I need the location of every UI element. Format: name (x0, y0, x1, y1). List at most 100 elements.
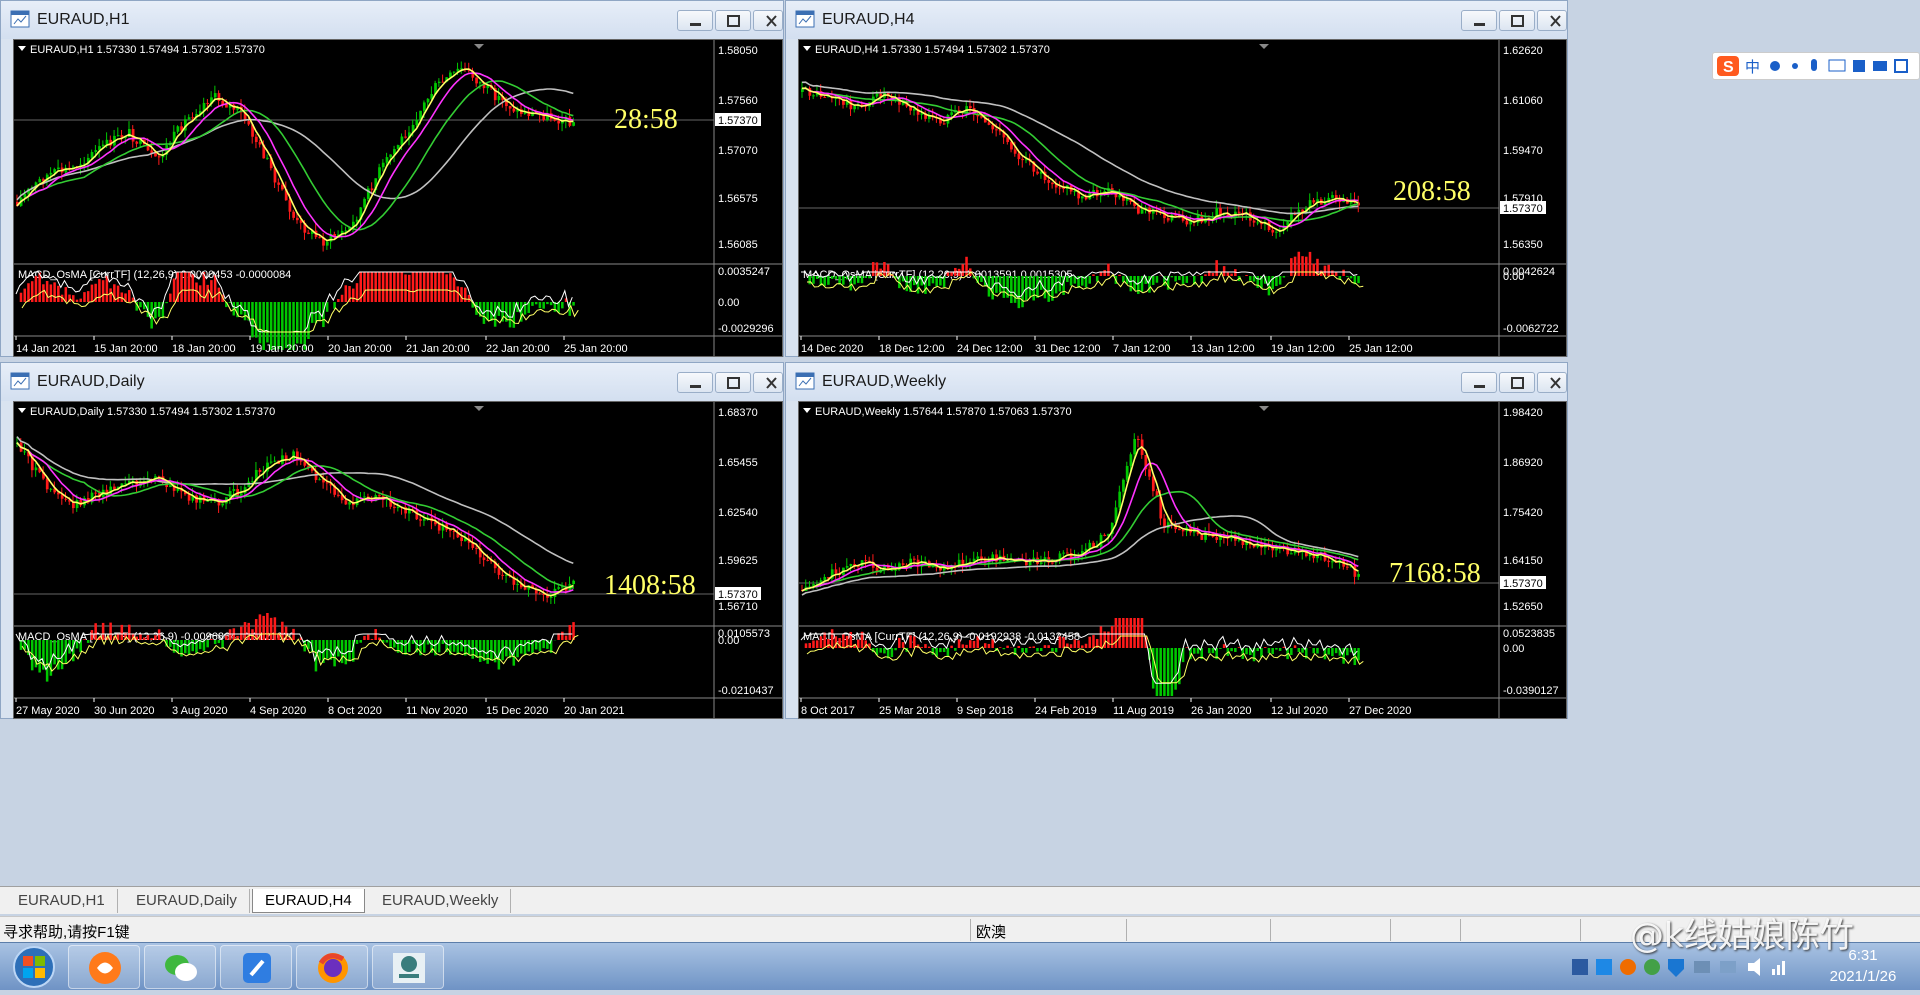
chart-window-h4[interactable]: EURAUD,H4 EURAUD,H4 1.57330 1.57494 1.57… (785, 0, 1568, 357)
window-titlebar[interactable]: EURAUD,Weekly (786, 363, 1567, 401)
candle-body (76, 500, 79, 508)
window-titlebar[interactable]: EURAUD,H1 (1, 1, 783, 39)
date-axis-label: 20 Jan 20:00 (328, 343, 392, 355)
macd-histogram-bar (445, 274, 448, 302)
firefox-icon[interactable] (296, 945, 368, 989)
maximize-button[interactable] (1499, 10, 1535, 31)
minimize-button[interactable] (1461, 372, 1497, 393)
macd-histogram-bar (262, 616, 265, 640)
chart-window-daily[interactable]: EURAUD,Daily EURAUD,Daily 1.57330 1.5749… (0, 362, 784, 719)
macd-histogram-bar (999, 647, 1002, 648)
macd-histogram-bar (50, 284, 53, 302)
macd-histogram-bar (76, 300, 79, 302)
tab-euraud-weekly[interactable]: EURAUD,Weekly (370, 889, 511, 913)
chart-canvas[interactable]: EURAUD,H1 1.57330 1.57494 1.57302 1.5737… (13, 39, 783, 357)
chart-window-icon (10, 10, 30, 28)
window-title: EURAUD,Weekly (822, 373, 946, 391)
macd-histogram-bar (984, 643, 987, 648)
macd-histogram-bar (1159, 648, 1162, 696)
macd-histogram-bar (423, 272, 426, 302)
minimize-button[interactable] (1461, 10, 1497, 31)
macd-histogram-bar (1152, 276, 1155, 285)
start-button[interactable] (4, 944, 64, 990)
macd-histogram-bar (1219, 648, 1222, 649)
candle-body (348, 502, 351, 504)
macd-histogram-bar (1312, 264, 1315, 276)
minimize-button[interactable] (677, 372, 713, 393)
candle-body (191, 117, 194, 118)
close-button[interactable] (1537, 10, 1567, 31)
candle-body (177, 126, 180, 131)
taskbar-app-orange[interactable] (68, 945, 140, 989)
chart-window-icon (795, 10, 815, 28)
chart-window-weekly[interactable]: EURAUD,Weekly EURAUD,Weekly 1.57644 1.57… (785, 362, 1568, 719)
window-titlebar[interactable]: EURAUD,H4 (786, 1, 1567, 39)
macd-histogram-bar (408, 275, 411, 302)
date-axis-label: 26 Jan 2020 (1191, 705, 1252, 717)
candle-body (1312, 200, 1315, 202)
tab-euraud-daily[interactable]: EURAUD,Daily (124, 889, 250, 913)
price-chart[interactable]: EURAUD,Weekly 1.57644 1.57870 1.57063 1.… (799, 402, 1566, 718)
candle-body (154, 153, 157, 156)
macd-histogram-bar (542, 302, 545, 309)
close-button[interactable] (1537, 372, 1567, 393)
macd-histogram-bar (965, 257, 968, 276)
macd-histogram-bar (958, 639, 961, 648)
price-axis-label: 1.61060 (1503, 95, 1543, 107)
trading-terminal-icon[interactable] (372, 945, 444, 989)
macd-histogram-bar (1059, 636, 1062, 648)
macd-histogram-bar (1118, 618, 1121, 648)
candle-body (475, 548, 478, 549)
close-button[interactable] (753, 10, 783, 31)
candle-body (823, 97, 826, 98)
macd-histogram-bar (20, 640, 23, 650)
price-chart[interactable]: EURAUD,H1 1.57330 1.57494 1.57302 1.5737… (14, 40, 782, 356)
candle-body (266, 158, 269, 159)
macd-scale-top: 0.0035247 (718, 266, 770, 278)
ma-mid-line (802, 463, 1358, 591)
macd-scale-bottom: -0.0390127 (1503, 685, 1559, 697)
minimize-button[interactable] (677, 10, 713, 31)
macd-histogram-bar (27, 283, 30, 302)
system-tray-icons[interactable] (1570, 955, 1810, 981)
macd-histogram-bar (1305, 257, 1308, 276)
macd-histogram-bar (842, 276, 845, 285)
chart-canvas[interactable]: EURAUD,Weekly 1.57644 1.57870 1.57063 1.… (798, 401, 1567, 719)
tab-euraud-h4[interactable]: EURAUD,H4 (252, 889, 365, 913)
candle-body (285, 455, 288, 459)
price-chart[interactable]: EURAUD,H4 1.57330 1.57494 1.57302 1.5737… (799, 40, 1566, 356)
macd-histogram-bar (1029, 647, 1032, 648)
ime-toolbar[interactable]: S 中 (1712, 52, 1920, 80)
macd-histogram-bar (1290, 258, 1293, 276)
macd-histogram-bar (524, 640, 527, 655)
notes-icon[interactable] (220, 945, 292, 989)
maximize-button[interactable] (715, 10, 751, 31)
macd-scale-top: 0.0523835 (1503, 628, 1555, 640)
chart-canvas[interactable]: EURAUD,H4 1.57330 1.57494 1.57302 1.5737… (798, 39, 1567, 357)
tab-euraud-h1[interactable]: EURAUD,H1 (6, 889, 118, 913)
maximize-button[interactable] (715, 372, 751, 393)
ime-logo: S (1723, 59, 1734, 76)
macd-histogram-bar (805, 643, 808, 648)
macd-histogram-bar (569, 625, 572, 640)
close-button[interactable] (753, 372, 783, 393)
watermark: @k线姑娘陈竹 (1630, 908, 1854, 957)
date-axis-label: 21 Jan 20:00 (406, 343, 470, 355)
macd-histogram-bar (1021, 648, 1024, 652)
window-titlebar[interactable]: EURAUD,Daily (1, 363, 783, 401)
price-axis-label: 1.56575 (718, 193, 758, 205)
macd-histogram-bar (1036, 648, 1039, 651)
current-price-label: 1.57370 (718, 589, 758, 601)
chart-window-h1[interactable]: EURAUD,H1 EURAUD,H1 1.57330 1.57494 1.57… (0, 0, 784, 357)
price-chart[interactable]: EURAUD,Daily 1.57330 1.57494 1.57302 1.5… (14, 402, 782, 718)
wechat-icon[interactable] (144, 945, 216, 989)
candle-body (438, 82, 441, 83)
price-axis-label: 1.52650 (1503, 601, 1543, 613)
chart-canvas[interactable]: EURAUD,Daily 1.57330 1.57494 1.57302 1.5… (13, 401, 783, 719)
candle-body (460, 537, 463, 541)
date-axis-label: 8 Oct 2020 (328, 705, 382, 717)
macd-histogram-bar (898, 638, 901, 648)
macd-histogram-bar (1182, 276, 1185, 284)
macd-histogram-bar (345, 285, 348, 302)
maximize-button[interactable] (1499, 372, 1535, 393)
